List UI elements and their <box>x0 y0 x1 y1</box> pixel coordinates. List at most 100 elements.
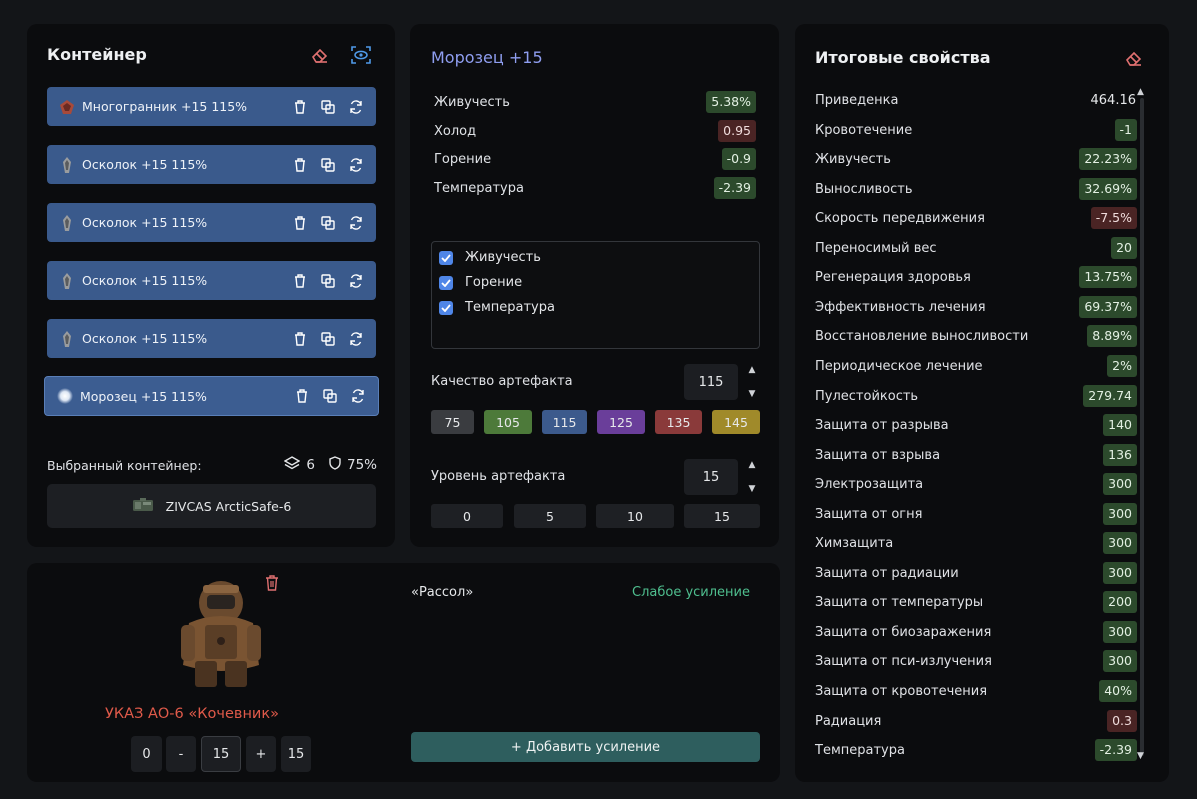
quality-spinner[interactable]: ▲ ▼ <box>746 365 758 399</box>
copy-icon[interactable] <box>318 213 338 233</box>
boost-name: «Рассол» <box>411 585 474 600</box>
quality-input[interactable]: 115 <box>684 364 738 400</box>
quality-chip-75[interactable]: 75 <box>431 410 474 434</box>
suit-image <box>175 573 267 691</box>
level-chip-15[interactable]: 15 <box>684 504 760 528</box>
refresh-icon[interactable] <box>348 386 368 406</box>
container-selector[interactable]: ZIVCAS ArcticSafe-6 <box>47 484 376 528</box>
chevron-down-icon[interactable]: ▼ <box>749 389 756 399</box>
stepper-plus-button[interactable]: + <box>246 736 276 772</box>
property-checklist: Живучесть Горение Температура <box>431 241 760 349</box>
boost-type: Слабое усиление <box>632 585 750 600</box>
refresh-icon[interactable] <box>346 213 366 233</box>
checkbox-checked-icon[interactable] <box>439 250 453 265</box>
trash-icon[interactable] <box>290 329 310 349</box>
stepper-min-button[interactable]: 0 <box>131 736 162 772</box>
quality-chip-125[interactable]: 125 <box>597 410 645 434</box>
summary-prop-value: 0.3 <box>1107 710 1137 732</box>
summary-row: Радиация 0.3 <box>815 709 1137 733</box>
stepper-max-button[interactable]: 15 <box>281 736 311 772</box>
container-slot-5[interactable]: Осколок +15 115% <box>47 319 376 358</box>
level-spinner[interactable]: ▲ ▼ <box>746 460 758 494</box>
summary-prop-name: Химзащита <box>815 535 894 551</box>
eye-scan-icon[interactable] <box>350 44 372 66</box>
chevron-up-icon[interactable]: ▲ <box>749 365 756 375</box>
eraser-icon[interactable] <box>1123 47 1145 69</box>
shard-icon <box>59 272 75 289</box>
level-chip-10[interactable]: 10 <box>596 504 674 528</box>
summary-prop-value: 13.75% <box>1079 266 1137 288</box>
chevron-up-icon[interactable]: ▲ <box>749 460 756 470</box>
container-case-icon <box>132 497 154 516</box>
level-chip-0[interactable]: 0 <box>431 504 503 528</box>
container-slot-1[interactable]: Многогранник +15 115% <box>47 87 376 126</box>
summary-scrollbar[interactable] <box>1140 98 1144 756</box>
copy-icon[interactable] <box>318 329 338 349</box>
copy-icon[interactable] <box>318 155 338 175</box>
level-input[interactable]: 15 <box>684 459 738 495</box>
quality-chip-135[interactable]: 135 <box>655 410 702 434</box>
refresh-icon[interactable] <box>346 97 366 117</box>
chevron-down-icon[interactable]: ▼ <box>749 484 756 494</box>
summary-prop-name: Переносимый вес <box>815 240 937 256</box>
summary-prop-name: Восстановление выносливости <box>815 328 1029 344</box>
trash-icon[interactable] <box>290 213 310 233</box>
summary-prop-name: Температура <box>815 742 905 758</box>
chevron-up-icon[interactable]: ▲ <box>1137 87 1144 97</box>
checkbox-item[interactable]: Температура <box>439 300 555 315</box>
level-label: Уровень артефакта <box>431 469 566 484</box>
container-title: Контейнер <box>47 45 147 64</box>
summary-row: Защита от радиации 300 <box>815 561 1137 585</box>
selected-container-info: Выбранный контейнер: 6 75% <box>47 456 377 474</box>
trash-icon[interactable] <box>290 271 310 291</box>
summary-prop-value: -1 <box>1114 119 1137 141</box>
artifact-prop-row: Горение -0.9 <box>434 147 756 171</box>
shard-icon <box>59 330 75 347</box>
container-slot-2[interactable]: Осколок +15 115% <box>47 145 376 184</box>
summary-prop-value: 300 <box>1103 562 1137 584</box>
stepper-value-input[interactable]: 15 <box>201 736 241 772</box>
eraser-icon[interactable] <box>309 44 331 66</box>
trash-icon[interactable] <box>265 575 279 595</box>
slot-label: Осколок +15 115% <box>82 215 208 230</box>
summary-prop-name: Регенерация здоровья <box>815 269 971 285</box>
prop-value: 0.95 <box>718 120 756 142</box>
chevron-down-icon[interactable]: ▼ <box>1137 751 1144 761</box>
container-slot-4[interactable]: Осколок +15 115% <box>47 261 376 300</box>
summary-row: Защита от кровотечения 40% <box>815 679 1137 703</box>
checkbox-checked-icon[interactable] <box>439 275 453 290</box>
refresh-icon[interactable] <box>346 329 366 349</box>
stepper-minus-button[interactable]: - <box>166 736 196 772</box>
summary-prop-value: 2% <box>1107 355 1137 377</box>
container-slot-3[interactable]: Осколок +15 115% <box>47 203 376 242</box>
quality-chip-105[interactable]: 105 <box>484 410 532 434</box>
prop-value: 5.38% <box>706 91 756 113</box>
slot-label: Осколок +15 115% <box>82 273 208 288</box>
copy-icon[interactable] <box>318 97 338 117</box>
checkbox-checked-icon[interactable] <box>439 300 453 315</box>
trash-icon[interactable] <box>290 97 310 117</box>
checkbox-item[interactable]: Живучесть <box>439 250 541 265</box>
summary-prop-value: 40% <box>1099 680 1137 702</box>
copy-icon[interactable] <box>318 271 338 291</box>
quality-chip-115[interactable]: 115 <box>542 410 587 434</box>
level-chip-5[interactable]: 5 <box>514 504 586 528</box>
summary-row: Эффективность лечения 69.37% <box>815 295 1137 319</box>
summary-row: Защита от пси-излучения 300 <box>815 649 1137 673</box>
summary-row: Электрозащита 300 <box>815 472 1137 496</box>
checkbox-item[interactable]: Горение <box>439 275 522 290</box>
trash-icon[interactable] <box>290 155 310 175</box>
summary-prop-value: -2.39 <box>1094 739 1137 761</box>
trash-icon[interactable] <box>292 386 312 406</box>
summary-row: Защита от взрыва 136 <box>815 443 1137 467</box>
copy-icon[interactable] <box>320 386 340 406</box>
frost-icon <box>57 388 73 404</box>
summary-row: Кровотечение -1 <box>815 118 1137 142</box>
container-slot-6-selected[interactable]: Морозец +15 115% <box>44 376 379 416</box>
quality-chip-145[interactable]: 145 <box>712 410 760 434</box>
refresh-icon[interactable] <box>346 155 366 175</box>
summary-prop-value: 464.16 <box>1090 92 1137 108</box>
add-boost-button[interactable]: + Добавить усиление <box>411 732 760 762</box>
container-name: ZIVCAS ArcticSafe-6 <box>165 498 292 514</box>
refresh-icon[interactable] <box>346 271 366 291</box>
